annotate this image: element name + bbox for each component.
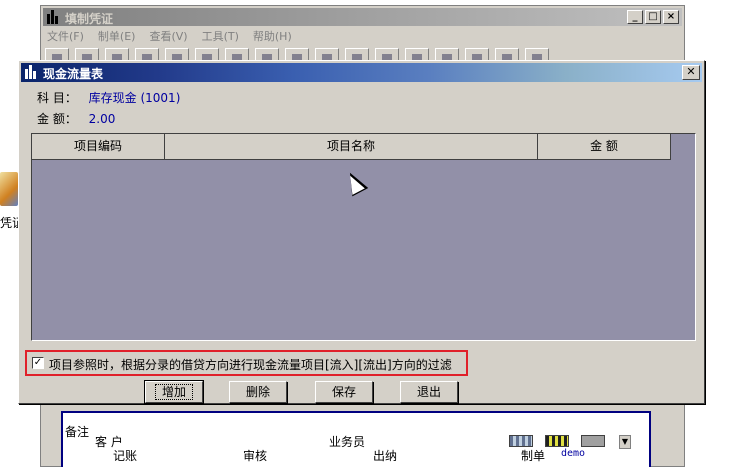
dialog-app-icon [25, 65, 39, 79]
column-header-amount[interactable]: 金 额 [538, 134, 671, 160]
save-button[interactable]: 保存 [315, 381, 373, 403]
delete-button[interactable]: 删除 [229, 381, 287, 403]
column-header-name[interactable]: 项目名称 [165, 134, 538, 160]
maker-label: 制单 [521, 449, 546, 463]
minimize-button[interactable]: _ [627, 10, 643, 24]
column-header-code[interactable]: 项目编码 [32, 134, 165, 160]
close-button[interactable]: × [663, 10, 679, 24]
amount-label: 金 额： [37, 112, 77, 126]
direction-filter-label[interactable]: 项目参照时，根据分录的借贷方向进行现金流量项目[流入][流出]方向的过滤 [49, 356, 452, 373]
add-button-label: 增加 [154, 384, 193, 400]
subject-row: 科 目： 库存现金 (1001) [37, 89, 180, 106]
amount-value: 2.00 [88, 112, 116, 126]
menu-make[interactable]: 制单(E) [98, 28, 136, 46]
voucher-menubar: 文件(F) 制单(E) 查看(V) 工具(T) 帮助(H) [47, 28, 292, 46]
add-button[interactable]: 增加 [144, 380, 204, 404]
dialog-titlebar: 现金流量表 ✕ [21, 63, 702, 82]
menu-help[interactable]: 帮助(H) [253, 28, 292, 46]
direction-filter-option: ✓ 项目参照时，根据分录的借贷方向进行现金流量项目[流入][流出]方向的过滤 [25, 350, 468, 376]
dialog-close-icon[interactable]: ✕ [682, 65, 700, 80]
menu-tools[interactable]: 工具(T) [202, 28, 239, 46]
remark-label: 备注 [65, 425, 90, 439]
desktop-voucher-icon[interactable] [0, 172, 18, 208]
grid-header: 项目编码 项目名称 金 额 [32, 134, 671, 160]
contact-card-icon[interactable] [509, 435, 533, 447]
voucher-status-bar: 记账 审核 出纳 制单 demo [61, 447, 651, 467]
cash-flow-dialog: 现金流量表 ✕ 科 目： 库存现金 (1001) 金 额： 2.00 项目编码 … [18, 60, 705, 404]
subject-label: 科 目： [37, 91, 77, 105]
bank-card-icon[interactable] [545, 435, 569, 447]
tools-icon[interactable] [581, 435, 605, 447]
menu-file[interactable]: 文件(F) [47, 28, 84, 46]
menu-view[interactable]: 查看(V) [149, 28, 187, 46]
direction-filter-checkbox[interactable]: ✓ [32, 357, 44, 369]
maker-value: demo [561, 448, 586, 459]
dialog-title: 现金流量表 [43, 67, 104, 81]
cash-flow-grid[interactable]: 项目编码 项目名称 金 额 [31, 133, 696, 341]
voucher-window-titlebar: 填制凭证 _ □ × [43, 8, 682, 26]
amount-row: 金 额： 2.00 [37, 110, 115, 127]
subject-value: 库存现金 (1001) [88, 91, 181, 105]
cashier-label: 出纳 [373, 449, 398, 463]
maximize-button[interactable]: □ [645, 10, 661, 24]
app-icon [47, 10, 61, 24]
review-label: 审核 [243, 449, 268, 463]
exit-button[interactable]: 退出 [400, 381, 458, 403]
bookkeeping-label: 记账 [113, 449, 138, 463]
voucher-window-title: 填制凭证 [65, 12, 114, 26]
